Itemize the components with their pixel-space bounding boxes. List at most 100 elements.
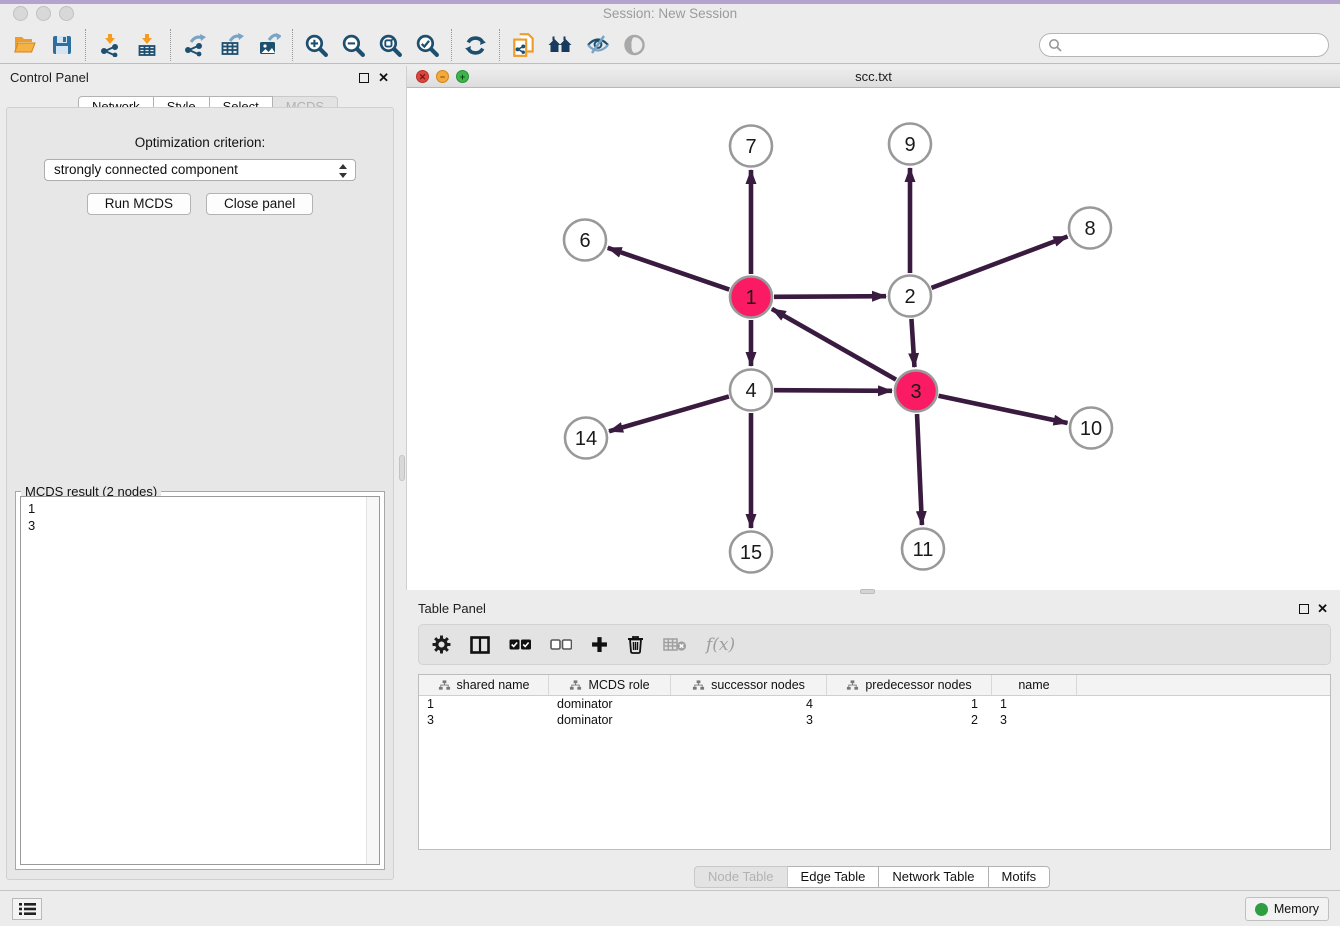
edge-3-1[interactable] (772, 309, 896, 380)
node-9[interactable]: 9 (889, 124, 931, 165)
node-11[interactable]: 11 (902, 529, 944, 570)
show-panels-button[interactable] (12, 898, 42, 920)
import-network-icon[interactable] (91, 29, 128, 61)
export-image-icon[interactable] (250, 29, 287, 61)
column-header-shared-name[interactable]: shared name (419, 675, 549, 695)
table-panel: Table Panel ✕ f(x) (406, 596, 1340, 888)
result-line: 1 (28, 500, 372, 517)
float-table-panel-icon[interactable] (1299, 604, 1309, 614)
result-line: 3 (28, 517, 372, 534)
vertical-splitter-handle[interactable] (399, 455, 405, 481)
svg-text:10: 10 (1080, 418, 1102, 440)
cell-predecessor-nodes: 2 (827, 712, 992, 728)
network-window-titlebar[interactable]: ✕ − + scc.txt (407, 66, 1340, 88)
delete-column-icon[interactable] (627, 635, 644, 654)
search-field[interactable] (1039, 33, 1329, 57)
table-row[interactable]: 3dominator323 (419, 712, 1330, 728)
mcds-result-area[interactable]: 13 (20, 496, 380, 865)
clone-network-icon[interactable] (505, 29, 542, 61)
show-column-icon[interactable] (470, 636, 490, 654)
edge-3-11[interactable] (917, 414, 922, 525)
result-scrollbar[interactable] (366, 497, 379, 864)
svg-text:4: 4 (745, 380, 756, 402)
edge-1-2[interactable] (774, 296, 886, 297)
main-toolbar (0, 27, 1340, 64)
status-bar: Memory (0, 890, 1340, 926)
column-header-predecessor-nodes[interactable]: predecessor nodes (827, 675, 992, 695)
zoom-out-icon[interactable] (335, 29, 372, 61)
application-window: Session: New Session (0, 0, 1340, 926)
memory-status-icon (1255, 903, 1268, 916)
node-7[interactable]: 7 (730, 126, 772, 167)
node-15[interactable]: 15 (730, 532, 772, 573)
list-icon (19, 902, 36, 916)
horizontal-splitter-handle[interactable] (860, 589, 875, 594)
memory-button[interactable]: Memory (1245, 897, 1329, 921)
run-mcds-button[interactable]: Run MCDS (87, 193, 191, 215)
column-header-mcds-role[interactable]: MCDS role (549, 675, 671, 695)
table-header-row: shared nameMCDS rolesuccessor nodesprede… (419, 675, 1330, 696)
add-column-icon[interactable] (591, 636, 608, 653)
node-1[interactable]: 1 (730, 277, 772, 318)
zoom-selected-icon[interactable] (409, 29, 446, 61)
tab-motifs[interactable]: Motifs (989, 866, 1051, 888)
tab-edge-table[interactable]: Edge Table (788, 866, 880, 888)
edge-2-3[interactable] (911, 319, 914, 367)
float-panel-icon[interactable] (359, 73, 369, 83)
node-4[interactable]: 4 (730, 370, 772, 411)
cell-name: 1 (992, 696, 1077, 712)
toolbar-divider (85, 29, 86, 61)
table-panel-title: Table Panel (418, 601, 486, 616)
deselect-all-rows-icon[interactable] (550, 639, 572, 650)
toolbar-divider (499, 29, 500, 61)
cell-name: 3 (992, 712, 1077, 728)
table-row[interactable]: 1dominator411 (419, 696, 1330, 712)
column-header-successor-nodes[interactable]: successor nodes (671, 675, 827, 695)
node-3[interactable]: 3 (895, 371, 937, 412)
cell-shared-name: 3 (419, 712, 549, 728)
network-home-icon[interactable] (542, 29, 579, 61)
svg-text:15: 15 (740, 542, 762, 564)
cell-mcds-role: dominator (549, 696, 671, 712)
table-options-gear-icon[interactable] (432, 635, 451, 654)
birds-eye-view-icon[interactable] (616, 29, 653, 61)
node-10[interactable]: 10 (1070, 408, 1112, 449)
node-2[interactable]: 2 (889, 276, 931, 317)
node-6[interactable]: 6 (564, 220, 606, 261)
svg-text:6: 6 (579, 230, 590, 252)
svg-text:2: 2 (904, 286, 915, 308)
svg-text:9: 9 (904, 134, 915, 156)
function-builder-icon[interactable]: f(x) (706, 635, 735, 655)
tab-node-table[interactable]: Node Table (694, 866, 788, 888)
edge-4-14[interactable] (609, 396, 729, 431)
node-8[interactable]: 8 (1069, 208, 1111, 249)
search-input[interactable] (1067, 36, 1328, 54)
close-panel-button[interactable]: Close panel (206, 193, 313, 215)
svg-text:8: 8 (1084, 218, 1095, 240)
edge-3-10[interactable] (939, 396, 1068, 423)
column-header-name[interactable]: name (992, 675, 1077, 695)
edge-2-8[interactable] (932, 236, 1068, 287)
edge-1-6[interactable] (608, 248, 730, 290)
tab-network-table[interactable]: Network Table (879, 866, 988, 888)
svg-text:1: 1 (745, 287, 756, 309)
open-session-icon[interactable] (6, 29, 43, 61)
save-session-icon[interactable] (43, 29, 80, 61)
select-all-rows-icon[interactable] (509, 639, 531, 650)
zoom-fit-icon[interactable] (372, 29, 409, 61)
node-table[interactable]: shared nameMCDS rolesuccessor nodesprede… (418, 674, 1331, 850)
export-network-icon[interactable] (176, 29, 213, 61)
optimization-criterion-select[interactable]: strongly connected component (44, 159, 356, 181)
node-14[interactable]: 14 (565, 418, 607, 459)
close-table-panel-icon[interactable]: ✕ (1317, 602, 1328, 615)
import-table-icon[interactable] (128, 29, 165, 61)
delete-table-icon[interactable] (663, 637, 687, 652)
zoom-in-icon[interactable] (298, 29, 335, 61)
refresh-layout-icon[interactable] (457, 29, 494, 61)
close-panel-icon[interactable]: ✕ (378, 71, 389, 84)
export-table-icon[interactable] (213, 29, 250, 61)
table-body: 1dominator4113dominator323 (419, 696, 1330, 728)
hide-graphics-details-icon[interactable] (579, 29, 616, 61)
network-graph[interactable]: 7 9 6 8 1 2 4 3 14 10 15 11 (407, 88, 1340, 590)
edge-4-3[interactable] (774, 390, 892, 391)
